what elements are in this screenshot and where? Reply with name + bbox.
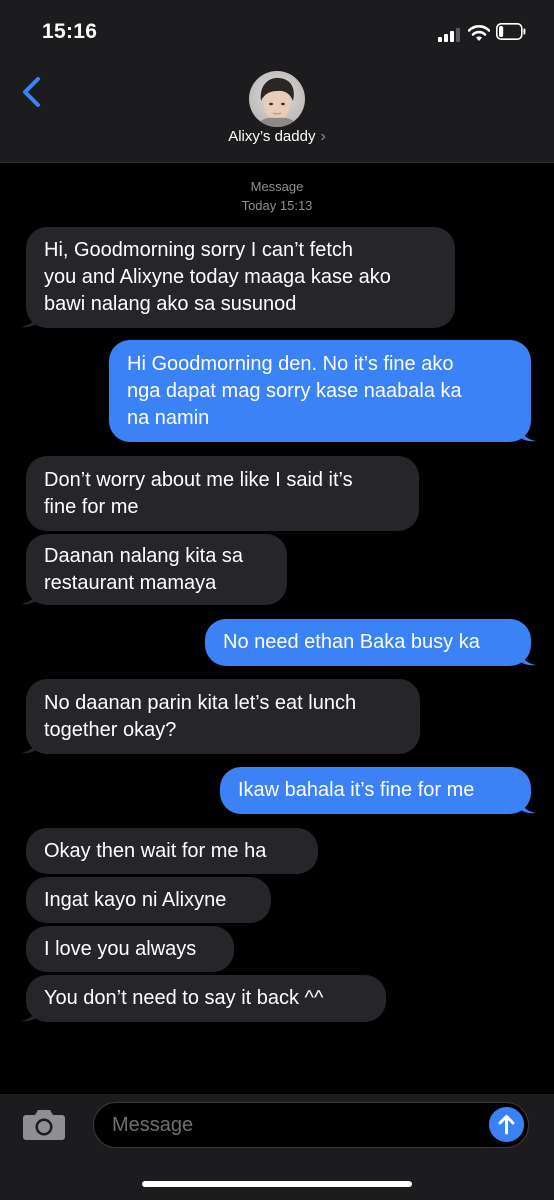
camera-icon [23,1110,65,1140]
incoming-message-bubble[interactable]: Don’t worry about me like I said it’s fi… [26,456,419,531]
message-text: Hi, Goodmorning sorry I can’t fetch you … [44,239,391,315]
chevron-right-icon: › [320,128,326,145]
bubble-tail [21,585,38,605]
message-text: You don’t need to say it back ^^ [44,987,324,1009]
incoming-message-bubble[interactable]: Daanan nalang kita sa restaurant mamaya [26,534,287,605]
outgoing-message-bubble[interactable]: No need ethan Baka busy ka [205,619,531,666]
send-button[interactable] [489,1107,524,1142]
back-button[interactable] [16,72,50,112]
contact-name-button[interactable]: Alixy’s daddy › [0,128,554,146]
bubble-tail [21,734,38,754]
thread-service-label: Message [250,179,304,194]
message-text: Ingat kayo ni Alixyne [44,888,227,911]
message-text: Don’t worry about me like I said it’s fi… [44,468,353,518]
status-time: 15:16 [42,20,98,43]
contact-name: Alixy’s daddy [228,128,316,145]
incoming-message-bubble[interactable]: I love you always [26,926,234,972]
battery-low-icon [496,23,526,40]
message-placeholder: Message [112,1114,194,1136]
chevron-left-icon [23,77,40,107]
message-text: Ikaw bahala it’s fine for me [238,779,475,801]
message-text: Okay then wait for me ha [44,839,267,862]
cellular-signal-icon [438,28,462,42]
bubble-tail [519,794,536,814]
incoming-message-bubble[interactable]: You don’t need to say it back ^^ [26,975,386,1022]
bubble-tail [21,308,38,328]
message-text: No need ethan Baka busy ka [223,631,480,653]
incoming-message-bubble[interactable]: No daanan parin kita let’s eat lunch tog… [26,679,420,754]
camera-button[interactable] [22,1107,66,1141]
incoming-message-bubble[interactable]: Okay then wait for me ha [26,828,318,874]
contact-avatar[interactable] [249,71,305,127]
bubble-tail [519,422,536,442]
message-text: Hi Goodmorning den. No it’s fine ako nga… [127,352,462,429]
outgoing-message-bubble[interactable]: Ikaw bahala it’s fine for me [220,767,531,814]
bubble-tail [519,646,536,666]
incoming-message-bubble[interactable]: Hi, Goodmorning sorry I can’t fetch you … [26,227,455,328]
message-input[interactable]: Message [93,1102,529,1148]
message-text: I love you always [44,937,197,960]
conversation-header: 15:16 Alixy’s daddy › [0,0,554,163]
home-indicator [142,1181,412,1187]
bubble-tail [21,1002,38,1022]
message-text: Daanan nalang kita sa restaurant mamaya [44,544,244,594]
incoming-message-bubble[interactable]: Ingat kayo ni Alixyne [26,877,271,923]
message-text: No daanan parin kita let’s eat lunch tog… [44,691,357,741]
outgoing-message-bubble[interactable]: Hi Goodmorning den. No it’s fine ako nga… [109,340,531,442]
thread-timestamp: Today 15:13 [241,198,313,213]
wifi-icon [468,25,490,41]
